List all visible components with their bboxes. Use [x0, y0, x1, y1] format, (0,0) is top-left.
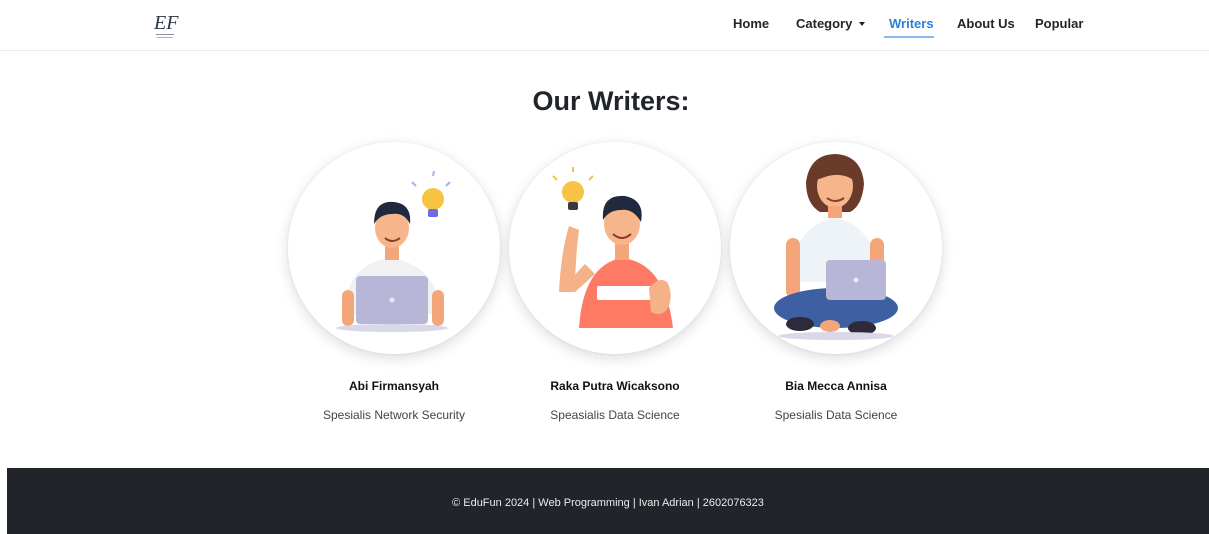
nav-home[interactable]: Home	[733, 16, 769, 31]
writer-name: Abi Firmansyah	[348, 379, 440, 393]
lightbulb-icon	[411, 170, 451, 217]
caret-down-icon	[859, 22, 866, 26]
active-nav-indicator	[884, 36, 934, 38]
writer-role: Spesialis Data Science	[774, 408, 898, 422]
footer: © EduFun 2024 | Web Programming | Ivan A…	[7, 468, 1209, 534]
writer-card[interactable]: Raka Putra Wicaksono Speasialis Data Sci…	[505, 140, 725, 440]
writer-card[interactable]: Abi Firmansyah Spesialis Network Securit…	[284, 140, 504, 440]
woman-with-laptop-illustration	[774, 154, 898, 340]
writer-avatar	[288, 142, 500, 354]
navbar: EF Home Category Writers About Us Popula…	[0, 0, 1209, 51]
writer-role: Speasialis Data Science	[550, 408, 680, 422]
writer-avatar	[509, 142, 721, 354]
man-with-laptop-illustration	[336, 170, 451, 332]
footer-copyright: © EduFun 2024 | Web Programming | Ivan A…	[452, 497, 764, 509]
writer-role: Spesialis Network Security	[322, 408, 466, 422]
nav-category-label: Category	[796, 16, 853, 31]
writer-name: Raka Putra Wicaksono	[550, 379, 680, 393]
page-title: Our Writers:	[532, 86, 690, 116]
lightbulb-icon	[552, 167, 594, 210]
nav-popular[interactable]: Popular	[1035, 16, 1083, 31]
nav-about-us[interactable]: About Us	[957, 16, 1015, 31]
writer-avatar	[730, 142, 942, 354]
writer-name: Bia Mecca Annisa	[785, 379, 887, 393]
writer-card[interactable]: Bia Mecca Annisa Spesialis Data Science	[726, 140, 946, 440]
nav-category-dropdown[interactable]: Category	[796, 16, 866, 31]
nav-links: Home Category Writers About Us Popular	[0, 0, 1209, 51]
man-pointing-up-illustration	[552, 167, 673, 328]
nav-writers[interactable]: Writers	[889, 16, 934, 31]
